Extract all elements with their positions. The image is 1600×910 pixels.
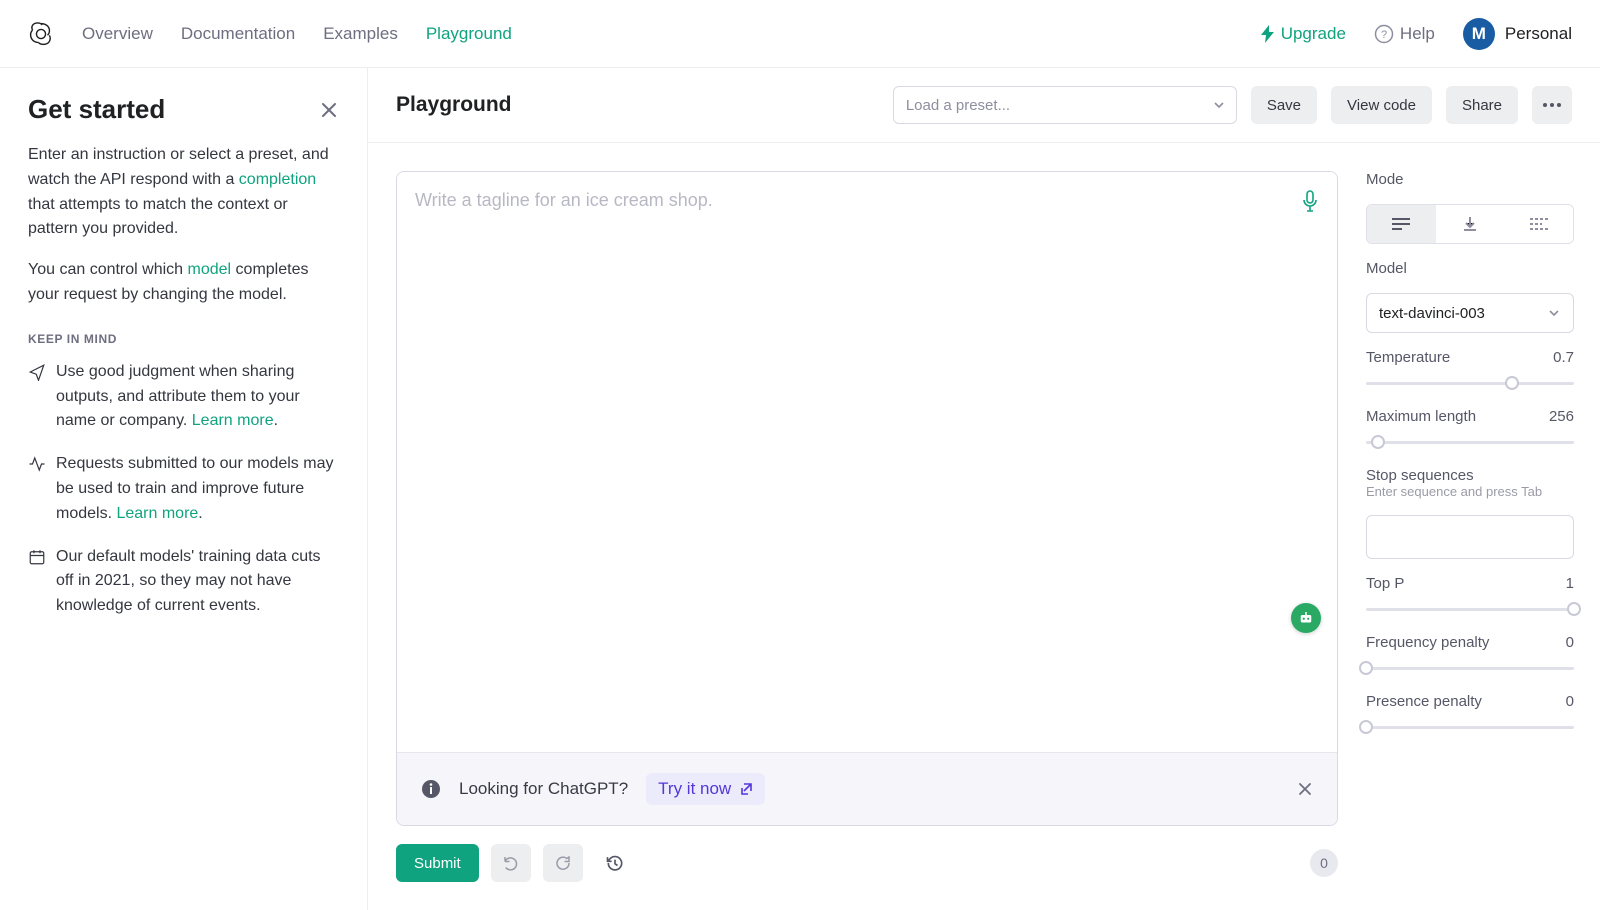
page-title: Playground [396, 93, 512, 117]
close-icon[interactable] [1297, 781, 1313, 797]
account-menu[interactable]: M Personal [1463, 18, 1572, 50]
editor-footer: Submit 0 [396, 844, 1338, 882]
mode-edit-button[interactable] [1504, 205, 1573, 243]
tip-row: Our default models' training data cuts o… [28, 545, 339, 619]
view-code-button[interactable]: View code [1331, 86, 1432, 124]
chevron-down-icon [1212, 98, 1226, 112]
learn-more-link[interactable]: Learn more [192, 412, 274, 429]
banner-text: Looking for ChatGPT? [459, 779, 628, 799]
sidebar-intro-1: Enter an instruction or select a preset,… [28, 143, 339, 242]
stop-seq-input[interactable] [1366, 515, 1574, 559]
stop-seq-label: Stop sequences [1366, 467, 1586, 484]
slider-presence-penalty[interactable] [1366, 718, 1574, 736]
slider-top-p[interactable] [1366, 600, 1574, 618]
bolt-icon [1261, 25, 1275, 43]
chatgpt-banner: Looking for ChatGPT? Try it now [397, 752, 1337, 825]
nav-examples[interactable]: Examples [323, 24, 398, 44]
model-link[interactable]: model [188, 261, 232, 278]
history-button[interactable] [595, 844, 635, 882]
help-link[interactable]: ? Help [1374, 24, 1435, 44]
token-counter: 0 [1310, 849, 1338, 877]
upgrade-link[interactable]: Upgrade [1261, 24, 1346, 44]
close-icon[interactable] [319, 100, 339, 120]
insert-mode-icon [1462, 216, 1478, 232]
refresh-icon [554, 854, 572, 872]
external-link-icon [739, 782, 753, 796]
slider-temperature[interactable] [1366, 374, 1574, 392]
mode-selector [1366, 204, 1574, 244]
param-temperature: Temperature0.7 [1366, 349, 1574, 392]
save-button[interactable]: Save [1251, 86, 1317, 124]
share-button[interactable]: Share [1446, 86, 1518, 124]
undo-icon [502, 854, 520, 872]
param-max-length: Maximum length256 [1366, 408, 1574, 451]
main: Playground Load a preset... Save View co… [368, 68, 1600, 910]
model-label: Model [1366, 260, 1586, 277]
activity-icon [28, 455, 46, 473]
settings-panel: Mode Model text-davinci-003 [1366, 143, 1600, 910]
slider-freq-penalty[interactable] [1366, 659, 1574, 677]
nav-documentation[interactable]: Documentation [181, 24, 295, 44]
preset-select[interactable]: Load a preset... [893, 86, 1237, 124]
model-select[interactable]: text-davinci-003 [1366, 293, 1574, 333]
mode-insert-button[interactable] [1436, 205, 1505, 243]
dots-icon [1543, 103, 1561, 107]
tip-row: Use good judgment when sharing outputs, … [28, 360, 339, 434]
param-top-p: Top P1 [1366, 575, 1574, 618]
nav-playground[interactable]: Playground [426, 24, 512, 44]
try-chatgpt-button[interactable]: Try it now [646, 773, 765, 805]
get-started-sidebar: Get started Enter an instruction or sele… [0, 68, 368, 910]
more-button[interactable] [1532, 86, 1572, 124]
calendar-icon [28, 548, 46, 566]
submit-button[interactable]: Submit [396, 844, 479, 882]
help-icon: ? [1374, 24, 1394, 44]
param-presence-penalty: Presence penalty0 [1366, 693, 1574, 736]
prompt-input[interactable] [397, 172, 1337, 752]
regenerate-button[interactable] [543, 844, 583, 882]
prompt-editor-box: Looking for ChatGPT? Try it now [396, 171, 1338, 826]
mode-complete-button[interactable] [1367, 205, 1436, 243]
assistant-badge-icon[interactable] [1291, 603, 1321, 633]
param-freq-penalty: Frequency penalty0 [1366, 634, 1574, 677]
send-icon [28, 363, 46, 381]
topnav: Overview Documentation Examples Playgrou… [0, 0, 1600, 68]
svg-text:?: ? [1381, 29, 1387, 41]
nav-overview[interactable]: Overview [82, 24, 153, 44]
tip-row: Requests submitted to our models may be … [28, 452, 339, 526]
avatar: M [1463, 18, 1495, 50]
info-icon [421, 779, 441, 799]
robot-icon [1297, 609, 1315, 627]
learn-more-link[interactable]: Learn more [116, 505, 198, 522]
complete-mode-icon [1392, 217, 1410, 231]
completion-link[interactable]: completion [239, 171, 316, 188]
sidebar-intro-2: You can control which model completes yo… [28, 258, 339, 308]
microphone-button[interactable] [1301, 190, 1319, 216]
chevron-down-icon [1547, 306, 1561, 320]
mode-label: Mode [1366, 171, 1586, 188]
microphone-icon [1301, 190, 1319, 212]
history-icon [605, 853, 625, 873]
knot-icon [28, 21, 54, 47]
edit-mode-icon [1530, 217, 1548, 231]
stop-seq-hint: Enter sequence and press Tab [1366, 484, 1586, 499]
sidebar-title: Get started [28, 94, 165, 125]
slider-max-length[interactable] [1366, 433, 1574, 451]
keep-in-mind-heading: KEEP IN MIND [28, 332, 339, 346]
toolbar: Playground Load a preset... Save View co… [368, 68, 1600, 143]
openai-logo-icon [28, 21, 54, 47]
undo-button[interactable] [491, 844, 531, 882]
